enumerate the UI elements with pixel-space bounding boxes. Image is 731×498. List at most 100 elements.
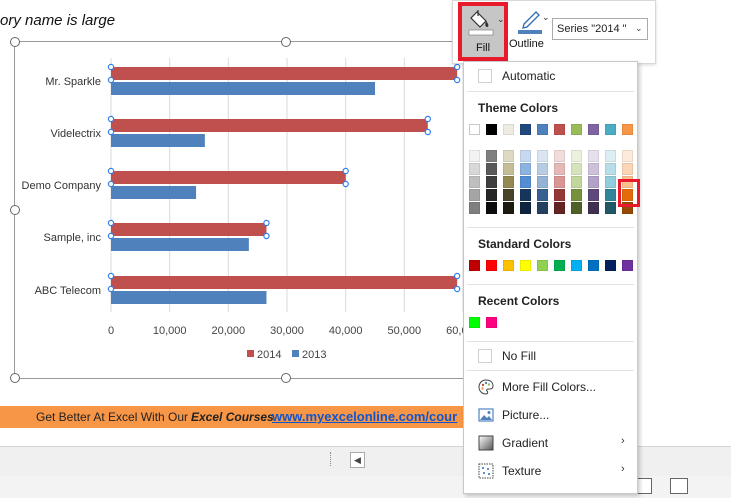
theme-shade-swatch[interactable] [469, 202, 480, 214]
fill-dropdown-chevron-icon[interactable]: ⌄ [497, 14, 505, 25]
theme-shade-swatch[interactable] [537, 163, 548, 175]
standard-color-swatch[interactable] [469, 260, 480, 271]
scroll-left-button[interactable]: ◀ [350, 452, 365, 468]
theme-shade-swatch[interactable] [503, 202, 514, 214]
shape-fill-button[interactable]: ⌄ Fill [458, 2, 508, 61]
theme-shade-swatch[interactable] [588, 163, 599, 175]
menu-item-no-fill[interactable]: No Fill [464, 344, 637, 368]
theme-color-swatch[interactable] [622, 124, 633, 135]
theme-shade-swatch[interactable] [486, 176, 497, 188]
theme-shade-swatch[interactable] [469, 163, 480, 175]
theme-shade-swatch[interactable] [520, 189, 531, 201]
resize-handle-middle-left[interactable] [10, 205, 20, 215]
theme-shade-swatch[interactable] [554, 163, 565, 175]
theme-shade-swatch[interactable] [571, 202, 582, 214]
theme-shade-swatch[interactable] [520, 150, 531, 162]
paint-bucket-icon [468, 10, 494, 36]
theme-color-swatch[interactable] [571, 124, 582, 135]
menu-item-automatic[interactable]: Automatic [464, 64, 637, 88]
banner-link[interactable]: www.myexcelonline.com/cour [272, 409, 457, 424]
standard-colors-heading: Standard Colors [478, 237, 572, 251]
palette-icon [478, 379, 494, 395]
shape-outline-button[interactable]: ⌄ Outline [509, 4, 552, 56]
theme-shade-swatch[interactable] [588, 150, 599, 162]
theme-shade-swatch[interactable] [486, 189, 497, 201]
theme-shade-swatch[interactable] [605, 163, 616, 175]
theme-shade-swatch[interactable] [554, 150, 565, 162]
menu-item-picture[interactable]: Picture... [464, 403, 637, 427]
recent-color-swatch[interactable] [469, 317, 480, 328]
resize-handle-bottom-middle[interactable] [281, 373, 291, 383]
theme-shade-swatch[interactable] [537, 202, 548, 214]
theme-shade-swatch[interactable] [622, 150, 633, 162]
resize-handle-top-left[interactable] [10, 37, 20, 47]
standard-color-swatch[interactable] [537, 260, 548, 271]
theme-shade-swatch[interactable] [520, 163, 531, 175]
recent-color-swatch[interactable] [486, 317, 497, 328]
menu-item-more-fill-colors[interactable]: More Fill Colors... [464, 375, 637, 399]
theme-color-swatch[interactable] [605, 124, 616, 135]
menu-divider [467, 370, 634, 371]
standard-color-swatch[interactable] [622, 260, 633, 271]
theme-shade-swatch[interactable] [520, 176, 531, 188]
page-break-preview-icon[interactable] [670, 478, 688, 494]
split-handle[interactable] [330, 452, 334, 466]
theme-shade-swatch[interactable] [503, 163, 514, 175]
outline-dropdown-chevron-icon[interactable]: ⌄ [542, 12, 550, 23]
standard-color-swatch[interactable] [605, 260, 616, 271]
menu-item-gradient[interactable]: Gradient › [464, 431, 637, 455]
theme-shade-swatch[interactable] [605, 176, 616, 188]
theme-color-swatch[interactable] [588, 124, 599, 135]
theme-shade-swatch[interactable] [605, 202, 616, 214]
theme-color-swatch[interactable] [469, 124, 480, 135]
chevron-down-icon[interactable]: ⌄ [635, 23, 643, 34]
theme-shade-swatch[interactable] [554, 202, 565, 214]
theme-shade-swatch[interactable] [605, 150, 616, 162]
theme-color-swatch[interactable] [537, 124, 548, 135]
theme-shade-swatch[interactable] [503, 176, 514, 188]
theme-shade-swatch[interactable] [469, 189, 480, 201]
theme-shade-swatch[interactable] [588, 189, 599, 201]
theme-color-swatch[interactable] [520, 124, 531, 135]
theme-color-swatch[interactable] [503, 124, 514, 135]
theme-shade-swatch[interactable] [571, 163, 582, 175]
theme-shade-swatch[interactable] [486, 163, 497, 175]
resize-handle-bottom-left[interactable] [10, 373, 20, 383]
theme-shade-swatch[interactable] [537, 189, 548, 201]
theme-shade-swatch[interactable] [588, 202, 599, 214]
chart-title[interactable]: ory name is large [0, 12, 115, 29]
theme-shade-swatch[interactable] [554, 176, 565, 188]
theme-shade-swatch[interactable] [588, 176, 599, 188]
theme-shade-swatch[interactable] [469, 150, 480, 162]
standard-color-swatch[interactable] [588, 260, 599, 271]
theme-color-swatch[interactable] [486, 124, 497, 135]
theme-shade-swatch[interactable] [571, 176, 582, 188]
resize-handle-top-middle[interactable] [281, 37, 291, 47]
theme-shade-swatch[interactable] [486, 202, 497, 214]
theme-shade-swatch[interactable] [503, 150, 514, 162]
standard-color-swatch[interactable] [571, 260, 582, 271]
recent-colors-heading: Recent Colors [478, 294, 560, 308]
theme-shade-swatch[interactable] [571, 189, 582, 201]
menu-divider [467, 284, 634, 285]
theme-shade-swatch[interactable] [605, 189, 616, 201]
highlighted-swatch-callout [618, 179, 640, 207]
theme-shade-swatch[interactable] [520, 202, 531, 214]
submenu-arrow-icon: › [621, 463, 625, 475]
chart-elements-select[interactable]: Series "2014 " ⌄ [552, 18, 648, 40]
theme-shade-swatch[interactable] [486, 150, 497, 162]
menu-item-texture[interactable]: Texture › [464, 459, 637, 483]
standard-color-swatch[interactable] [554, 260, 565, 271]
theme-shade-swatch[interactable] [622, 163, 633, 175]
theme-shade-swatch[interactable] [554, 189, 565, 201]
standard-color-swatch[interactable] [486, 260, 497, 271]
theme-shade-swatch[interactable] [537, 150, 548, 162]
theme-shade-swatch[interactable] [571, 150, 582, 162]
standard-color-swatch[interactable] [503, 260, 514, 271]
standard-color-swatch[interactable] [520, 260, 531, 271]
theme-shade-swatch[interactable] [503, 189, 514, 201]
menu-divider [467, 341, 634, 342]
theme-shade-swatch[interactable] [469, 176, 480, 188]
theme-color-swatch[interactable] [554, 124, 565, 135]
theme-shade-swatch[interactable] [537, 176, 548, 188]
